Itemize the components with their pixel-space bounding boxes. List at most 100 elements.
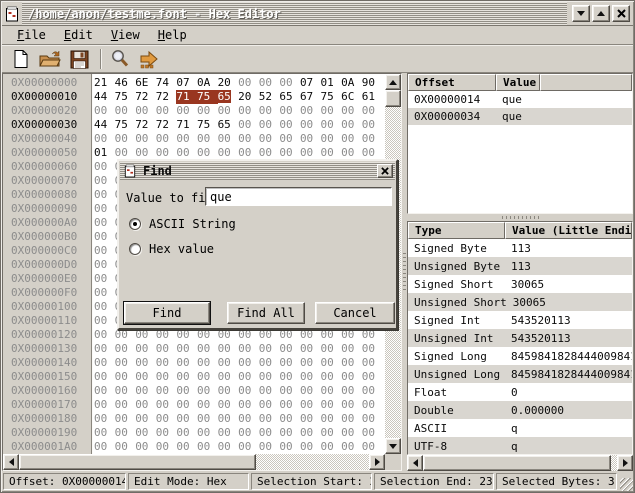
hex-byte[interactable]: 75 bbox=[115, 118, 136, 132]
column-header-type[interactable]: Type bbox=[408, 222, 505, 239]
hex-byte[interactable]: 00 bbox=[238, 76, 259, 90]
value-to-find-input[interactable] bbox=[205, 187, 392, 206]
hex-byte[interactable]: 00 bbox=[197, 356, 218, 370]
hex-byte[interactable]: 00 bbox=[362, 132, 383, 146]
hex-value-option[interactable]: Hex value bbox=[129, 242, 214, 256]
hex-byte[interactable]: 52 bbox=[259, 90, 280, 104]
find-dialog-title-bar[interactable]: Find bbox=[120, 162, 395, 180]
hex-byte[interactable]: 00 bbox=[218, 370, 239, 384]
hex-byte[interactable]: 00 bbox=[321, 132, 342, 146]
hex-horizontal-scrollbar[interactable] bbox=[3, 454, 385, 470]
hex-byte[interactable]: 00 bbox=[218, 356, 239, 370]
hex-byte[interactable]: 00 bbox=[300, 398, 321, 412]
maximize-button[interactable] bbox=[592, 5, 610, 22]
hex-byte[interactable]: 00 bbox=[176, 384, 197, 398]
horizontal-scroll-thumb[interactable] bbox=[423, 455, 611, 471]
hex-byte[interactable]: 00 bbox=[341, 356, 362, 370]
hex-byte[interactable]: 00 bbox=[279, 132, 300, 146]
inspector-row[interactable]: Signed Int543520113 bbox=[408, 311, 632, 329]
hex-byte[interactable]: 00 bbox=[362, 328, 383, 342]
hex-byte[interactable]: 00 bbox=[341, 146, 362, 160]
hex-byte[interactable]: 75 bbox=[321, 90, 342, 104]
hex-byte[interactable]: 00 bbox=[362, 412, 383, 426]
hex-byte[interactable]: 61 bbox=[362, 90, 383, 104]
cancel-button[interactable]: Cancel bbox=[315, 302, 395, 324]
inspector-row[interactable]: Unsigned Byte113 bbox=[408, 257, 632, 275]
hex-byte[interactable]: 00 bbox=[94, 188, 115, 202]
hex-byte[interactable]: 00 bbox=[259, 104, 280, 118]
find-all-button[interactable]: Find All bbox=[227, 302, 305, 324]
hex-byte[interactable]: 00 bbox=[321, 426, 342, 440]
hex-byte[interactable]: 00 bbox=[341, 398, 362, 412]
hex-byte[interactable]: 00 bbox=[238, 104, 259, 118]
hex-byte[interactable]: 00 bbox=[176, 132, 197, 146]
hex-byte[interactable]: 72 bbox=[135, 118, 156, 132]
hex-byte[interactable]: 00 bbox=[156, 328, 177, 342]
hex-byte[interactable]: 00 bbox=[94, 314, 115, 328]
menu-file[interactable]: File bbox=[8, 27, 55, 43]
hex-byte[interactable]: 00 bbox=[321, 398, 342, 412]
radio-unselected-icon[interactable] bbox=[129, 243, 141, 255]
hex-byte[interactable]: 00 bbox=[94, 342, 115, 356]
hex-byte[interactable]: 00 bbox=[94, 328, 115, 342]
hex-byte[interactable]: 44 bbox=[94, 90, 115, 104]
hex-byte[interactable]: 72 bbox=[135, 90, 156, 104]
hex-byte[interactable]: 65 bbox=[279, 90, 300, 104]
hex-byte[interactable]: 00 bbox=[156, 384, 177, 398]
hex-byte[interactable]: 00 bbox=[115, 356, 136, 370]
hex-byte[interactable]: 6C bbox=[341, 90, 362, 104]
hex-byte[interactable]: 00 bbox=[279, 384, 300, 398]
hex-byte[interactable]: 00 bbox=[135, 356, 156, 370]
hex-byte[interactable]: 65 bbox=[218, 118, 239, 132]
inspector-row[interactable]: Double0.000000 bbox=[408, 401, 632, 419]
hex-byte[interactable]: 00 bbox=[197, 146, 218, 160]
menu-edit[interactable]: Edit bbox=[55, 27, 102, 43]
hex-byte[interactable]: 00 bbox=[362, 440, 383, 454]
hex-byte[interactable]: 00 bbox=[115, 370, 136, 384]
inspector-row[interactable]: Unsigned Int543520113 bbox=[408, 329, 632, 347]
hex-byte[interactable]: 00 bbox=[300, 104, 321, 118]
hex-byte[interactable]: 00 bbox=[115, 328, 136, 342]
hex-byte[interactable]: 00 bbox=[115, 146, 136, 160]
hex-byte[interactable]: 00 bbox=[135, 384, 156, 398]
hex-byte[interactable]: 00 bbox=[279, 398, 300, 412]
menu-help[interactable]: Help bbox=[149, 27, 196, 43]
scroll-up-button[interactable] bbox=[385, 74, 401, 90]
hex-byte[interactable]: 00 bbox=[321, 146, 342, 160]
inspector-row[interactable]: Signed Long8459841828444009841 bbox=[408, 347, 632, 365]
hex-byte[interactable]: 00 bbox=[94, 174, 115, 188]
hex-byte[interactable]: 00 bbox=[197, 370, 218, 384]
hex-byte[interactable]: 75 bbox=[197, 90, 218, 104]
inspector-row[interactable]: UTF-8q bbox=[408, 437, 632, 455]
open-file-button[interactable] bbox=[37, 47, 63, 71]
hex-byte[interactable]: 00 bbox=[279, 356, 300, 370]
hex-byte[interactable]: 00 bbox=[94, 384, 115, 398]
hex-byte[interactable]: 00 bbox=[218, 146, 239, 160]
hex-byte[interactable]: 00 bbox=[135, 104, 156, 118]
ascii-string-option[interactable]: ASCII String bbox=[129, 217, 236, 231]
hex-byte[interactable]: 00 bbox=[300, 146, 321, 160]
scroll-left-button[interactable] bbox=[3, 454, 19, 470]
hex-byte[interactable]: 00 bbox=[259, 132, 280, 146]
inspector-horizontal-scrollbar[interactable] bbox=[407, 455, 633, 471]
hex-byte[interactable]: 00 bbox=[279, 370, 300, 384]
hex-byte[interactable]: 00 bbox=[259, 440, 280, 454]
hex-byte[interactable]: 00 bbox=[238, 356, 259, 370]
hex-byte[interactable]: 00 bbox=[94, 356, 115, 370]
hex-byte[interactable]: 00 bbox=[300, 370, 321, 384]
hex-byte[interactable]: 00 bbox=[197, 342, 218, 356]
hex-byte[interactable]: 07 bbox=[300, 76, 321, 90]
horizontal-scroll-thumb[interactable] bbox=[19, 454, 256, 470]
hex-byte[interactable]: 00 bbox=[94, 272, 115, 286]
hex-byte[interactable]: 00 bbox=[197, 398, 218, 412]
hex-byte[interactable]: 44 bbox=[94, 118, 115, 132]
hex-byte[interactable]: 00 bbox=[156, 132, 177, 146]
hex-byte[interactable]: 00 bbox=[238, 370, 259, 384]
hex-byte[interactable]: 00 bbox=[341, 440, 362, 454]
hex-byte[interactable]: 00 bbox=[259, 384, 280, 398]
hex-byte[interactable]: 00 bbox=[135, 146, 156, 160]
hex-byte[interactable]: 00 bbox=[176, 426, 197, 440]
menu-view[interactable]: View bbox=[102, 27, 149, 43]
hex-byte[interactable]: 00 bbox=[238, 146, 259, 160]
hex-byte[interactable]: 00 bbox=[341, 328, 362, 342]
